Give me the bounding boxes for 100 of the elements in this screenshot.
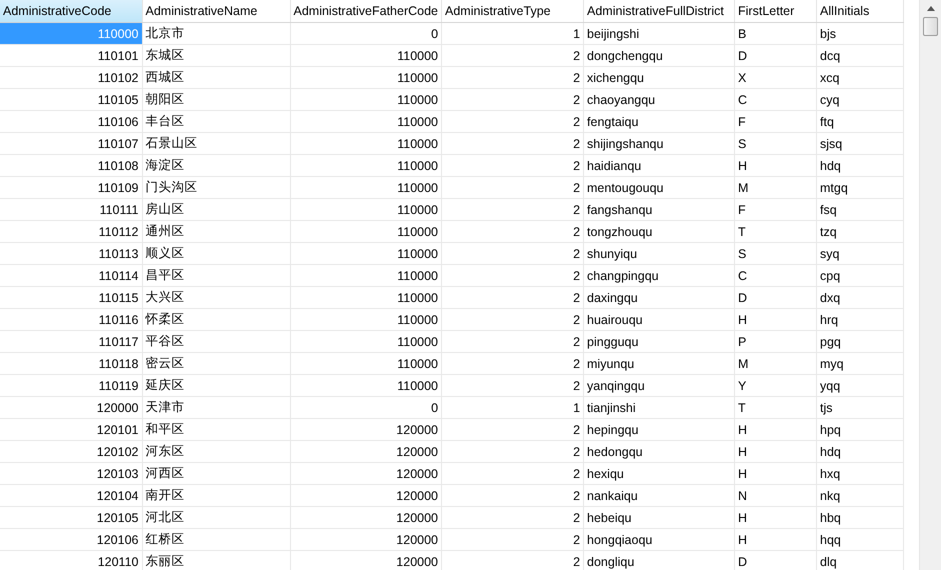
table-cell: 海淀区 <box>142 154 290 176</box>
table-cell: 2 <box>442 66 584 88</box>
table-cell: dxq <box>816 286 904 308</box>
table-cell: mentougouqu <box>584 176 735 198</box>
column-header[interactable]: AdministrativeName <box>142 0 290 22</box>
table-cell: huairouqu <box>584 308 735 330</box>
table-cell: 120000 <box>290 528 442 550</box>
table-cell: 平谷区 <box>142 330 290 352</box>
table-cell: hebeiqu <box>584 506 735 528</box>
table-cell: 110000 <box>290 330 442 352</box>
table-cell: 110107 <box>0 132 142 154</box>
table-cell: 110118 <box>0 352 142 374</box>
table-cell: 2 <box>442 352 584 374</box>
table-cell: 120000 <box>290 506 442 528</box>
table-cell: 110108 <box>0 154 142 176</box>
table-cell: 1 <box>442 22 584 44</box>
table-cell: 110117 <box>0 330 142 352</box>
table-cell: shijingshanqu <box>584 132 735 154</box>
table-cell: hqq <box>816 528 904 550</box>
table-cell: 石景山区 <box>142 132 290 154</box>
table-cell: C <box>734 88 817 110</box>
column-header[interactable]: AdministrativeCode <box>0 0 142 22</box>
table-cell: 顺义区 <box>142 242 290 264</box>
table-cell: 120000 <box>290 440 442 462</box>
table-cell: 延庆区 <box>142 374 290 396</box>
column-header[interactable]: FirstLetter <box>734 0 817 22</box>
column-header[interactable]: AdministrativeType <box>442 0 584 22</box>
table-cell: 110000 <box>290 154 442 176</box>
vertical-scrollbar[interactable] <box>919 0 941 570</box>
table-cell: 110119 <box>0 374 142 396</box>
table-cell: 红桥区 <box>142 528 290 550</box>
table-cell: 2 <box>442 44 584 66</box>
table-cell: tjs <box>816 396 904 418</box>
table-cell: 110000 <box>290 88 442 110</box>
table-cell: 110000 <box>290 132 442 154</box>
table-cell: 110000 <box>290 44 442 66</box>
table-cell: 2 <box>442 220 584 242</box>
table-cell: 110000 <box>290 110 442 132</box>
table-cell: 2 <box>442 242 584 264</box>
table-cell: miyunqu <box>584 352 735 374</box>
table-cell: 120106 <box>0 528 142 550</box>
table-cell: 2 <box>442 132 584 154</box>
table-cell: hbq <box>816 506 904 528</box>
table-cell: pingguqu <box>584 330 735 352</box>
table-cell: 东丽区 <box>142 550 290 570</box>
table-cell: 河西区 <box>142 462 290 484</box>
scrollbar-thumb[interactable] <box>923 17 938 36</box>
table-cell: chaoyangqu <box>584 88 735 110</box>
table-cell: 110000 <box>290 242 442 264</box>
table-cell: 110000 <box>290 352 442 374</box>
table-cell: hdq <box>816 440 904 462</box>
column-header[interactable]: AllInitials <box>816 0 904 22</box>
table-cell: cpq <box>816 264 904 286</box>
table-cell: D <box>734 44 817 66</box>
table-cell: 2 <box>442 154 584 176</box>
table-cell: F <box>734 198 817 220</box>
table-cell: 2 <box>442 198 584 220</box>
table-cell: 110111 <box>0 198 142 220</box>
table-cell: daxingqu <box>584 286 735 308</box>
table-cell: 2 <box>442 462 584 484</box>
table-cell: hxq <box>816 462 904 484</box>
table-cell: 120102 <box>0 440 142 462</box>
column-header[interactable]: AdministrativeFatherCode <box>290 0 442 22</box>
table-cell: 怀柔区 <box>142 308 290 330</box>
table-cell: 2 <box>442 374 584 396</box>
table-cell: H <box>734 462 817 484</box>
table-cell: H <box>734 528 817 550</box>
table-cell: 110000 <box>290 176 442 198</box>
table-cell: hongqiaoqu <box>584 528 735 550</box>
column-header[interactable]: AdministrativeFullDistrict <box>584 0 735 22</box>
table-cell: changpingqu <box>584 264 735 286</box>
table-cell: sjsq <box>816 132 904 154</box>
table-cell: S <box>734 132 817 154</box>
table-cell: dcq <box>816 44 904 66</box>
table-cell: 和平区 <box>142 418 290 440</box>
table-cell: 110000 <box>290 198 442 220</box>
table-cell: nankaiqu <box>584 484 735 506</box>
table-cell: 2 <box>442 88 584 110</box>
table-cell: 2 <box>442 528 584 550</box>
table-cell: H <box>734 418 817 440</box>
table-cell: shunyiqu <box>584 242 735 264</box>
table-cell: 110116 <box>0 308 142 330</box>
table-cell: S <box>734 242 817 264</box>
table-cell: 河东区 <box>142 440 290 462</box>
table-cell: 0 <box>290 396 442 418</box>
table-cell: xichengqu <box>584 66 735 88</box>
table-cell: D <box>734 550 817 570</box>
table-cell: hdq <box>816 154 904 176</box>
table-cell: 110114 <box>0 264 142 286</box>
table-cell: 110113 <box>0 242 142 264</box>
table-cell: 120000 <box>290 462 442 484</box>
table-cell: 朝阳区 <box>142 88 290 110</box>
table-cell: hexiqu <box>584 462 735 484</box>
table-cell: 120000 <box>0 396 142 418</box>
table-cell: fsq <box>816 198 904 220</box>
table-cell: 东城区 <box>142 44 290 66</box>
table-cell: Y <box>734 374 817 396</box>
table-cell: 110112 <box>0 220 142 242</box>
table-cell: 110000 <box>0 22 142 44</box>
table-cell: hedongqu <box>584 440 735 462</box>
